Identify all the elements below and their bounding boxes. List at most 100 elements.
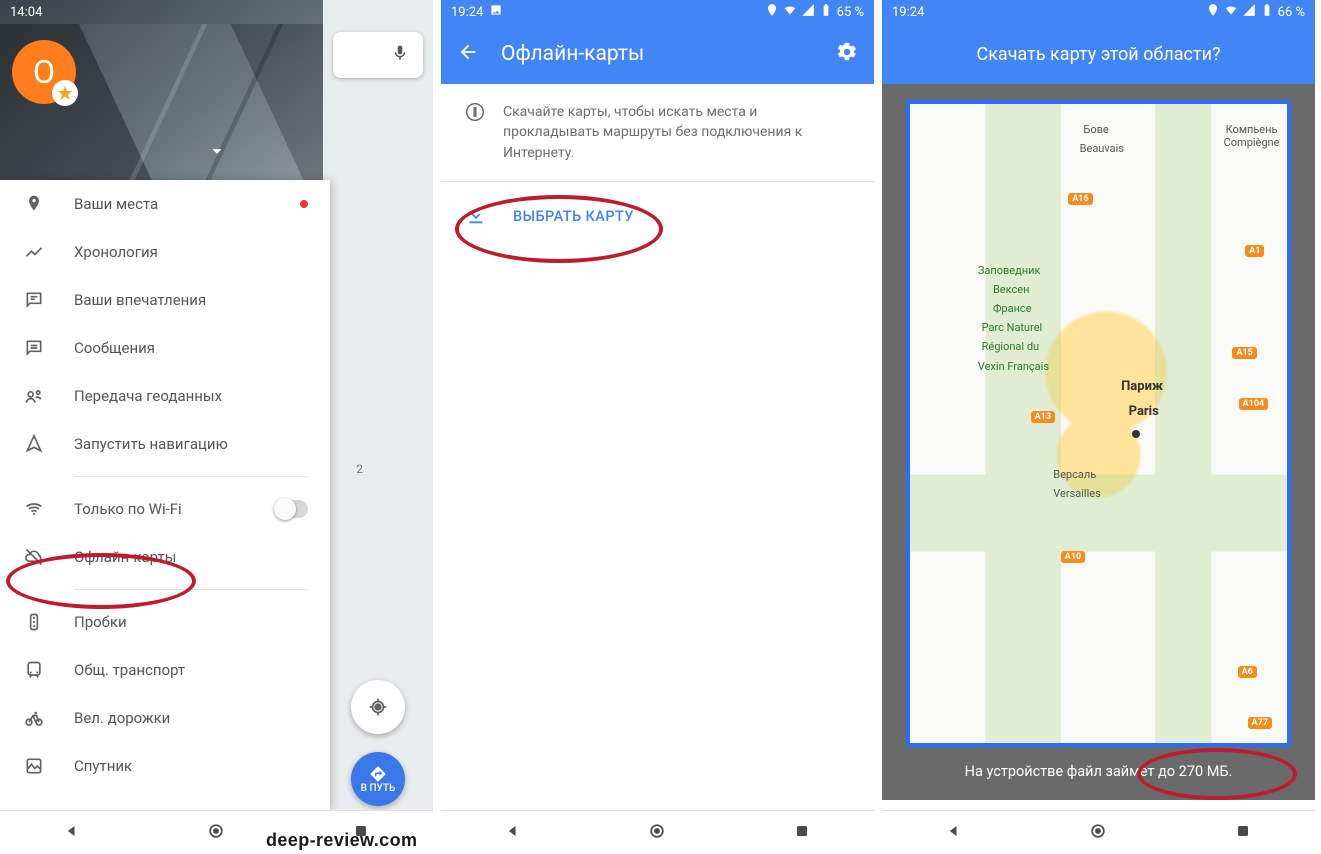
- map-park-label: Заповедник: [978, 264, 1041, 277]
- map-city-label: Бове: [1083, 123, 1108, 136]
- download-area-body: Бове Beauvais Компьень Compiègne Заповед…: [882, 84, 1315, 854]
- review-icon: [22, 288, 46, 312]
- map-city-label: Париж: [1121, 379, 1163, 395]
- drawer-item-satellite[interactable]: Спутник: [0, 742, 330, 790]
- status-time: 19:24: [892, 5, 924, 20]
- nav-back-icon[interactable]: [62, 821, 82, 845]
- avatar-letter: О: [33, 53, 55, 91]
- battery-icon: [819, 3, 833, 21]
- locate-fab[interactable]: [351, 680, 405, 734]
- road-badge: A15: [1232, 347, 1256, 359]
- drawer-item-timeline[interactable]: Хронология: [0, 228, 330, 276]
- map-park-label: Régional du: [982, 340, 1039, 353]
- phone-screenshot-3: 19:24 66 % Скачать карту этой области? Б…: [882, 0, 1315, 854]
- drawer-item-review[interactable]: Ваши впечатления: [0, 276, 330, 324]
- status-time: 14:04: [10, 5, 42, 20]
- road-badge: A104: [1239, 398, 1269, 410]
- back-icon[interactable]: [457, 41, 479, 67]
- watermark: deep-review.com: [266, 830, 417, 851]
- android-navbar: [882, 810, 1315, 854]
- drawer-item-cloud-off[interactable]: Офлайн-карты: [0, 533, 330, 581]
- picture-icon: [489, 3, 503, 21]
- drawer-item-label: Сообщения: [74, 339, 155, 357]
- share-loc-icon: [22, 384, 46, 408]
- drawer-item-label: Ваши места: [74, 195, 158, 213]
- avatar[interactable]: О: [12, 40, 76, 104]
- drawer-item-transit[interactable]: Общ. транспорт: [0, 646, 330, 694]
- search-box[interactable]: [333, 32, 423, 78]
- drawer-item-label: Спутник: [74, 757, 132, 775]
- map-city-label: Beauvais: [1080, 142, 1124, 155]
- drawer-item-label: Ваши впечатления: [74, 291, 206, 309]
- nav-recent-icon[interactable]: [1233, 821, 1253, 845]
- wifi-icon: [22, 497, 46, 521]
- map-city-label: Versailles: [1053, 487, 1101, 500]
- status-time: 19:24: [451, 5, 483, 20]
- chat-icon: [22, 336, 46, 360]
- map-park-label: Parc Naturel: [982, 321, 1043, 334]
- drawer-item-label: Офлайн-карты: [74, 548, 176, 566]
- download-icon: [465, 204, 487, 230]
- map-city-dot: [1132, 430, 1140, 438]
- drawer-item-wifi[interactable]: Только по Wi-Fi: [0, 485, 330, 533]
- directions-fab-label: В ПУТЬ: [361, 783, 396, 794]
- nav-home-icon[interactable]: [647, 821, 667, 845]
- traffic-icon: [22, 610, 46, 634]
- android-navbar: [441, 810, 874, 854]
- mic-icon[interactable]: [391, 42, 409, 68]
- app-bar: 19:24 66 % Скачать карту этой области?: [882, 0, 1315, 84]
- nav-home-icon[interactable]: [206, 821, 226, 845]
- satellite-icon: [22, 754, 46, 778]
- chevron-down-icon[interactable]: [206, 140, 228, 166]
- map-park-label: Vexin Français: [978, 360, 1049, 373]
- drawer-item-chat[interactable]: Сообщения: [0, 324, 330, 372]
- map-selection-area[interactable]: Бове Beauvais Компьень Compiègne Заповед…: [906, 100, 1291, 747]
- select-map-button[interactable]: ВЫБРАТЬ КАРТУ: [441, 182, 874, 252]
- drawer-item-traffic[interactable]: Пробки: [0, 598, 330, 646]
- road-badge: A6: [1238, 666, 1257, 678]
- phone-screenshot-2: 19:24 65 % Офлайн-карты Скачайте карты, …: [441, 0, 874, 854]
- drawer-item-label: Общ. транспорт: [74, 661, 185, 679]
- road-badge: A16: [1068, 193, 1092, 205]
- nav-back-icon[interactable]: [944, 821, 964, 845]
- gear-icon[interactable]: [836, 41, 858, 67]
- cloud-off-icon: [22, 545, 46, 569]
- map-city-label: Paris: [1129, 404, 1159, 420]
- map-city-label: Версаль: [1053, 468, 1096, 481]
- signal-icon: [801, 3, 815, 21]
- transit-icon: [22, 658, 46, 682]
- pin-icon: [22, 192, 46, 216]
- map-park-label: Вексен: [993, 283, 1029, 296]
- road-badge: A10: [1061, 551, 1085, 563]
- drawer-item-label: Хронология: [74, 243, 158, 261]
- drawer-item-nav[interactable]: Запустить навигацию: [0, 420, 330, 468]
- nav-icon: [22, 432, 46, 456]
- map-label-fragment: 2: [356, 462, 363, 476]
- map-background: 2 В ПУТЬ: [323, 0, 433, 854]
- nav-drawer: Ваши места Хронология Ваши впечатления Сооб…: [0, 180, 330, 810]
- drawer-item-label: Вел. дорожки: [74, 709, 170, 727]
- map-city-label: Компьень Compiègne: [1224, 123, 1280, 149]
- status-battery: 66 %: [1278, 5, 1305, 20]
- divider: [74, 476, 308, 477]
- status-bar: 19:24 65 %: [441, 0, 874, 24]
- drawer-item-label: Запустить навигацию: [74, 435, 228, 453]
- battery-icon: [1260, 3, 1274, 21]
- drawer-item-share-loc[interactable]: Передача геоданных: [0, 372, 330, 420]
- road-badge: A77: [1248, 717, 1272, 729]
- directions-fab[interactable]: В ПУТЬ: [351, 752, 405, 806]
- drawer-item-bike[interactable]: Вел. дорожки: [0, 694, 330, 742]
- road-badge: A1: [1245, 245, 1264, 257]
- nav-recent-icon[interactable]: [792, 821, 812, 845]
- drawer-item-label: Передача геоданных: [74, 387, 222, 405]
- nav-back-icon[interactable]: [503, 821, 523, 845]
- bike-icon: [22, 706, 46, 730]
- timeline-icon: [22, 240, 46, 264]
- map-park-label: Франсе: [993, 302, 1032, 315]
- drawer-item-pin[interactable]: Ваши места: [0, 180, 330, 228]
- wifi-icon: [1224, 3, 1238, 21]
- nav-home-icon[interactable]: [1088, 821, 1108, 845]
- select-map-label: ВЫБРАТЬ КАРТУ: [513, 208, 634, 225]
- wifi-only-toggle[interactable]: [274, 500, 308, 518]
- drawer-item-label: Пробки: [74, 613, 127, 631]
